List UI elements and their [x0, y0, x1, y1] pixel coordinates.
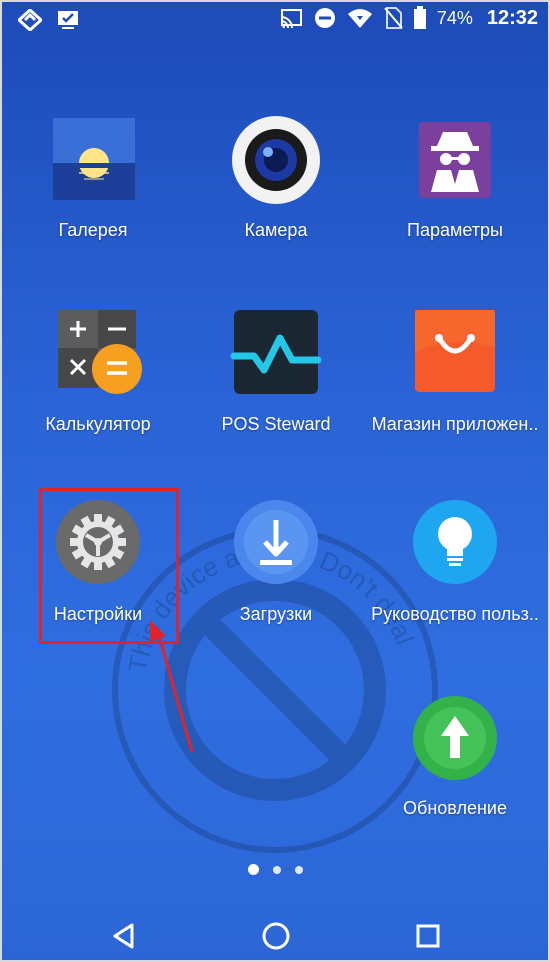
page-dot-3[interactable] [294, 865, 303, 874]
back-button[interactable] [94, 916, 154, 956]
recents-square-icon [416, 924, 440, 948]
navigation-bar [0, 908, 550, 962]
page-indicator[interactable] [0, 864, 550, 875]
home-circle-icon [262, 922, 290, 950]
home-button[interactable] [246, 916, 306, 956]
back-triangle-icon [113, 923, 134, 949]
recents-button[interactable] [398, 916, 458, 956]
page-dot-2[interactable] [272, 865, 281, 874]
annotation-arrow [150, 620, 194, 753]
page-dot-1[interactable] [247, 864, 259, 875]
